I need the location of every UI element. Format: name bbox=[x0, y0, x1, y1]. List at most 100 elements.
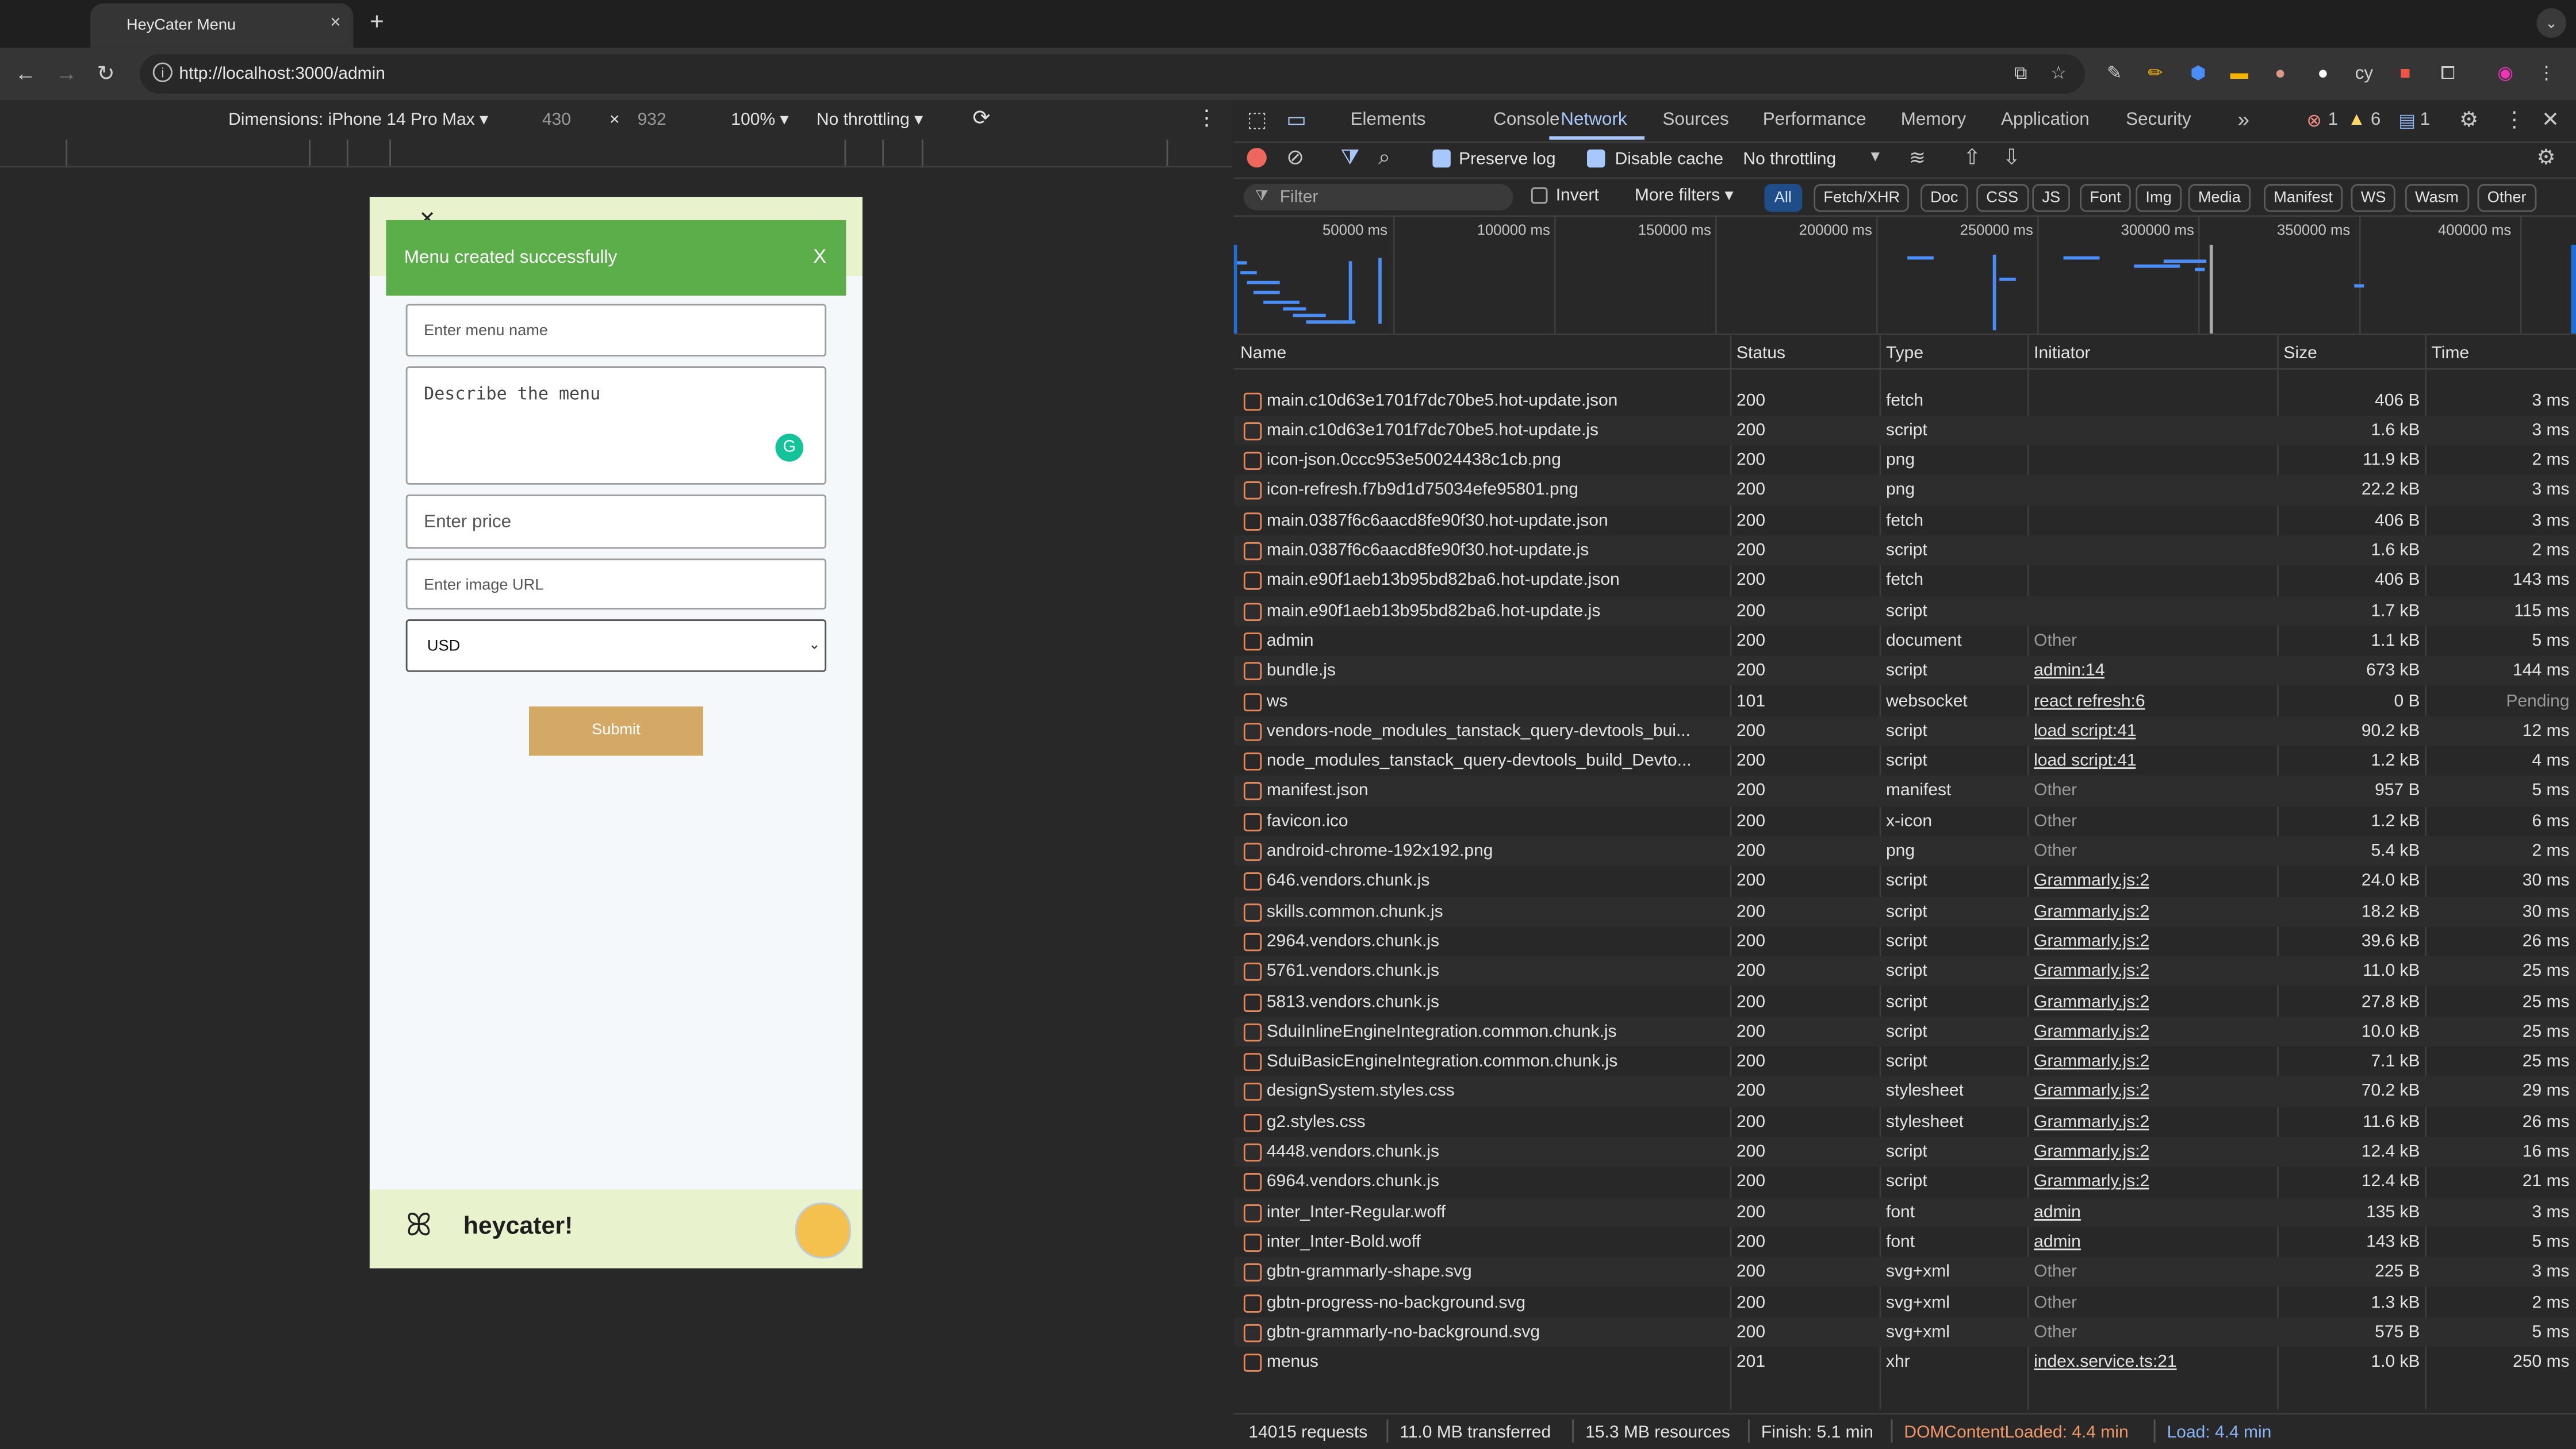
settings-gear-icon[interactable]: ⚙ bbox=[2459, 107, 2478, 133]
col-size[interactable]: Size bbox=[2283, 343, 2317, 363]
table-row[interactable]: gbtn-grammarly-no-background.svg 200 svg+x… bbox=[1233, 1317, 2576, 1348]
clear-icon[interactable]: ⊘ bbox=[1286, 144, 1304, 171]
tab-console[interactable]: Console bbox=[1493, 110, 1559, 129]
tab-search-icon[interactable]: ⌄ bbox=[2536, 8, 2566, 38]
pencil-extension-icon[interactable]: ✏ bbox=[2144, 63, 2167, 86]
throttling-select[interactable]: No throttling bbox=[1743, 150, 1836, 169]
tab-performance[interactable]: Performance bbox=[1763, 110, 1866, 129]
toast-close-button[interactable]: X bbox=[813, 245, 826, 268]
chip-manifest[interactable]: Manifest bbox=[2264, 184, 2343, 212]
tab-elements[interactable]: Elements bbox=[1351, 110, 1426, 129]
table-row[interactable]: gbtn-progress-no-background.svg 200 svg+xm… bbox=[1234, 1287, 2576, 1317]
devtools-menu-icon[interactable]: ⋮ bbox=[2504, 107, 2525, 133]
table-row[interactable]: g2.styles.css 200 stylesheet Grammarly.js:2… bbox=[1234, 1107, 2576, 1137]
chip-js[interactable]: JS bbox=[2032, 184, 2071, 212]
table-row[interactable]: android-chrome-192x192.png 200 png Other 5.4… bbox=[1233, 836, 2576, 867]
table-row[interactable]: gbtn-grammarly-shape.svg 200 svg+xml Other 2… bbox=[1233, 1257, 2576, 1287]
table-row[interactable]: icon-refresh.f7b9d1d75034efe95801.png 200… bbox=[1233, 475, 2576, 506]
table-row[interactable]: main.e90f1aeb13b95bd82ba6.hot-update.js 2… bbox=[1233, 595, 2576, 626]
error-icon[interactable]: ⊗ bbox=[2306, 110, 2321, 131]
table-row[interactable]: 6964.vendors.chunk.js 200 script Grammarly.… bbox=[1234, 1167, 2576, 1197]
reload-icon[interactable]: ↻ bbox=[97, 61, 115, 87]
device-toggle-icon[interactable]: ▭ bbox=[1286, 107, 1306, 133]
user-avatar[interactable] bbox=[795, 1202, 851, 1259]
table-row[interactable]: icon-json.0ccc953e50024438c1cb.png 200 png… bbox=[1234, 446, 2576, 476]
export-har-icon[interactable]: ⇩ bbox=[2003, 144, 2021, 171]
currency-select[interactable]: USD ⌄ bbox=[405, 619, 827, 672]
tab-memory[interactable]: Memory bbox=[1901, 110, 1966, 129]
table-row[interactable]: SduiInlineEngineIntegration.common.chunk… bbox=[1233, 1016, 2576, 1047]
col-type[interactable]: Type bbox=[1886, 343, 1923, 363]
device-width-input[interactable]: 430 bbox=[542, 110, 571, 129]
chip-ws[interactable]: WS bbox=[2351, 184, 2396, 212]
col-initiator[interactable]: Initiator bbox=[2034, 343, 2090, 363]
bookmark-star-icon[interactable]: ☆ bbox=[2047, 63, 2070, 86]
address-bar[interactable]: i http://localhost:3000/admin ⧉ ☆ bbox=[139, 54, 2085, 94]
warning-icon[interactable]: ▲ bbox=[2348, 110, 2366, 129]
submit-button[interactable]: Submit bbox=[529, 706, 703, 756]
eyedropper-extension-icon[interactable]: ✎ bbox=[2103, 63, 2126, 86]
message-icon[interactable]: ▤ bbox=[2398, 110, 2416, 131]
table-row[interactable]: 5761.vendors.chunk.js 200 script Grammarly.… bbox=[1233, 956, 2576, 987]
open-in-app-icon[interactable]: ⧉ bbox=[2009, 63, 2032, 86]
table-row[interactable]: menus 201 xhr index.service.ts:21 1.0 kB 250 … bbox=[1234, 1347, 2576, 1377]
chip-all[interactable]: All bbox=[1764, 184, 1802, 212]
extensions-puzzle-icon[interactable]: ⧠ bbox=[2436, 63, 2459, 86]
table-row[interactable]: SduiBasicEngineIntegration.common.chunk.… bbox=[1234, 1046, 2576, 1076]
red-extension-icon[interactable]: ■ bbox=[2394, 63, 2417, 86]
chip-doc[interactable]: Doc bbox=[1920, 184, 1968, 212]
new-tab-icon[interactable]: + bbox=[370, 8, 384, 36]
devtools-close-icon[interactable]: ✕ bbox=[2542, 107, 2559, 133]
folder-extension-icon[interactable]: ▬ bbox=[2228, 63, 2251, 86]
table-row[interactable]: 2964.vendors.chunk.js 200 script Grammarly.… bbox=[1234, 926, 2576, 956]
filter-funnel-icon[interactable]: ⧩ bbox=[1340, 144, 1359, 171]
inspect-element-icon[interactable]: ⬚ bbox=[1247, 107, 1267, 133]
shield-extension-icon[interactable]: ⬢ bbox=[2187, 63, 2210, 86]
table-row[interactable]: main.c10d63e1701f7dc70be5.hot-update.js 2… bbox=[1233, 415, 2576, 446]
table-row[interactable]: inter_Inter-Bold.woff 200 font admin 143 kB 5… bbox=[1234, 1227, 2576, 1257]
chip-fetch-xhr[interactable]: Fetch/XHR bbox=[1814, 184, 1910, 212]
device-height-input[interactable]: 932 bbox=[638, 110, 666, 129]
table-row[interactable]: 4448.vendors.chunk.js 200 script Grammarly.… bbox=[1233, 1137, 2576, 1167]
table-row[interactable]: node_modules_tanstack_query-devtools_bui… bbox=[1234, 746, 2576, 776]
menu-description-textarea[interactable]: Describe the menu G bbox=[405, 366, 827, 485]
chip-wasm[interactable]: Wasm bbox=[2405, 184, 2469, 212]
chip-other[interactable]: Other bbox=[2477, 184, 2536, 212]
table-row[interactable]: inter_Inter-Regular.woff 200 font admin 135 … bbox=[1233, 1197, 2576, 1227]
chip-font[interactable]: Font bbox=[2080, 184, 2131, 212]
disable-cache-checkbox[interactable] bbox=[1587, 150, 1605, 168]
grammarly-icon[interactable]: G bbox=[775, 434, 804, 462]
price-input[interactable]: Enter price bbox=[405, 494, 827, 549]
table-row[interactable]: designSystem.styles.css 200 stylesheet Gram… bbox=[1233, 1076, 2576, 1107]
zoom-select[interactable]: 100% ▾ bbox=[731, 110, 788, 129]
chrome-menu-icon[interactable]: ⋮ bbox=[2535, 63, 2558, 86]
import-har-icon[interactable]: ⇧ bbox=[1963, 144, 1981, 171]
table-row[interactable]: manifest.json 200 manifest Other 957 B5 ms bbox=[1233, 776, 2576, 806]
circle-extension-icon[interactable]: ● bbox=[2312, 63, 2334, 86]
tab-security[interactable]: Security bbox=[2126, 110, 2191, 129]
col-status[interactable]: Status bbox=[1736, 343, 1785, 363]
cy-extension-icon[interactable]: cy bbox=[2352, 63, 2375, 86]
profile-avatar-icon[interactable]: ◉ bbox=[2494, 63, 2517, 86]
search-icon[interactable]: ⌕ bbox=[1378, 144, 1390, 171]
table-row[interactable]: 5813.vendors.chunk.js 200 script Grammarly.… bbox=[1234, 987, 2576, 1017]
device-more-icon[interactable]: ⋮ bbox=[1196, 105, 1217, 132]
rotate-icon[interactable]: ⟳ bbox=[972, 105, 990, 132]
table-row[interactable]: main.c10d63e1701f7dc70be5.hot-update.jso… bbox=[1234, 385, 2576, 415]
more-filters-dropdown[interactable]: More filters ▾ bbox=[1635, 186, 1734, 205]
chip-img[interactable]: Img bbox=[2136, 184, 2182, 212]
table-row[interactable]: main.0387f6c6aacd8fe90f30.hot-update.js 2… bbox=[1233, 535, 2576, 566]
network-conditions-icon[interactable]: ≋ bbox=[1909, 146, 1926, 169]
more-tabs-icon[interactable]: » bbox=[2237, 107, 2249, 132]
tab-close-icon[interactable]: × bbox=[330, 13, 340, 33]
table-row[interactable]: ws 101 websocket react refresh:6 0 B Pending bbox=[1234, 686, 2576, 716]
table-row[interactable]: vendors-node_modules_tanstack_query-devt… bbox=[1233, 716, 2576, 746]
browser-tab[interactable]: HeyCater Menu × bbox=[90, 3, 354, 48]
col-name[interactable]: Name bbox=[1240, 343, 1286, 363]
back-icon[interactable]: ← bbox=[15, 61, 36, 86]
menu-name-input[interactable]: Enter menu name bbox=[405, 304, 827, 356]
site-info-icon[interactable]: i bbox=[152, 62, 172, 82]
chip-css[interactable]: CSS bbox=[1976, 184, 2029, 212]
table-row[interactable]: bundle.js 200 script admin:14 673 kB 144 ms bbox=[1233, 656, 2576, 686]
table-row[interactable]: main.e90f1aeb13b95bd82ba6.hot-update.jso… bbox=[1234, 566, 2576, 596]
